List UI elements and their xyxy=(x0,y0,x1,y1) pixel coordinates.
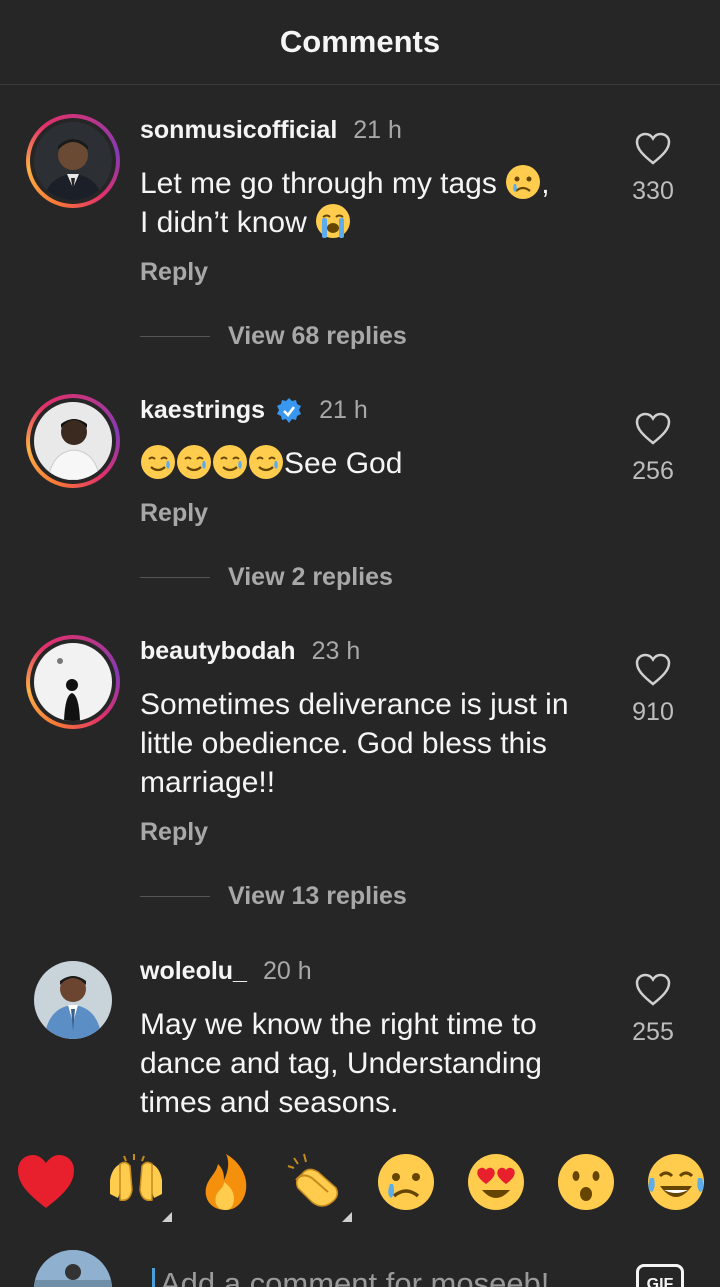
comment-username[interactable]: kaestrings xyxy=(140,396,265,425)
fire-icon xyxy=(205,1154,247,1210)
clapping-hands-reaction-button[interactable] xyxy=(284,1150,348,1214)
avatar[interactable] xyxy=(34,961,112,1039)
story-ring[interactable] xyxy=(26,114,120,208)
reply-button[interactable]: Reply xyxy=(140,258,208,287)
comment-input[interactable]: Add a comment for moseeb! xyxy=(160,1266,549,1287)
text-cursor xyxy=(152,1268,155,1287)
like-button[interactable]: 256 xyxy=(614,412,692,486)
avatar[interactable] xyxy=(34,122,112,200)
comment-composer: Add a comment for moseeb! GIF xyxy=(0,1240,720,1287)
comment-username[interactable]: woleolu_ xyxy=(140,957,247,986)
avatar[interactable] xyxy=(34,402,112,480)
comment-username[interactable]: beautybodah xyxy=(140,637,296,666)
like-count: 910 xyxy=(632,698,674,726)
heart-icon[interactable] xyxy=(635,412,671,445)
sad-tear-emoji-icon xyxy=(506,165,541,199)
red-heart-reaction-button[interactable] xyxy=(14,1150,78,1214)
like-button[interactable]: 255 xyxy=(614,973,692,1047)
smiling-tear-emoji-icon xyxy=(249,445,283,479)
comment-time: 20 h xyxy=(262,957,312,985)
gif-button[interactable]: GIF xyxy=(636,1264,684,1287)
raising-hands-icon xyxy=(110,1154,162,1202)
more-indicator xyxy=(342,1212,352,1222)
story-ring[interactable] xyxy=(26,394,120,488)
heart-icon[interactable] xyxy=(635,132,671,165)
comment-time: 21 h xyxy=(353,116,402,144)
crying-face-icon xyxy=(378,1154,434,1210)
current-user-avatar xyxy=(34,1250,112,1287)
smiling-tear-emoji-icon xyxy=(213,445,247,479)
comment-text: Let me go through my tags , I didn’t kno… xyxy=(140,164,595,242)
reply-button[interactable]: Reply xyxy=(140,818,208,847)
red-heart-icon xyxy=(18,1155,74,1208)
divider xyxy=(140,577,210,578)
surprised-face-icon xyxy=(558,1154,614,1210)
comments-header: Comments xyxy=(0,0,720,85)
quick-reactions-bar xyxy=(0,1150,720,1222)
tears-of-joy-reaction-button[interactable] xyxy=(644,1150,708,1214)
smiling-tear-emoji-icon xyxy=(141,445,175,479)
comment-time: 21 h xyxy=(319,396,368,424)
divider xyxy=(140,896,210,897)
loudly-crying-emoji-icon xyxy=(316,204,351,238)
like-button[interactable]: 330 xyxy=(614,132,692,206)
raising-hands-reaction-button[interactable] xyxy=(104,1150,168,1214)
surprised-face-reaction-button[interactable] xyxy=(554,1150,618,1214)
comment-username[interactable]: sonmusicofficial xyxy=(140,116,337,145)
like-count: 256 xyxy=(632,457,674,485)
heart-icon[interactable] xyxy=(635,973,671,1006)
verified-badge-icon xyxy=(277,397,302,423)
heart-icon[interactable] xyxy=(635,653,671,686)
divider xyxy=(140,336,210,337)
like-count: 255 xyxy=(632,1018,674,1046)
like-count: 330 xyxy=(632,177,674,205)
comment-time: 23 h xyxy=(311,637,361,665)
reply-button[interactable]: Reply xyxy=(140,499,208,528)
heart-eyes-face-icon xyxy=(468,1154,524,1210)
like-button[interactable]: 910 xyxy=(614,653,692,727)
comment-text: Sometimes deliverance is just in little … xyxy=(140,688,569,799)
story-ring[interactable] xyxy=(26,635,120,729)
clapping-hands-icon xyxy=(287,1153,339,1207)
view-replies-button[interactable]: View 68 replies xyxy=(228,322,407,351)
comment-text: May we know the right time to dance and … xyxy=(140,1008,542,1119)
tears-of-joy-face-icon xyxy=(648,1154,704,1210)
smiling-tear-emoji-icon xyxy=(177,445,211,479)
more-indicator xyxy=(162,1212,172,1222)
fire-reaction-button[interactable] xyxy=(194,1150,258,1214)
page-title: Comments xyxy=(279,24,441,59)
heart-eyes-reaction-button[interactable] xyxy=(464,1150,528,1214)
view-replies-button[interactable]: View 13 replies xyxy=(228,882,407,911)
crying-face-reaction-button[interactable] xyxy=(374,1150,438,1214)
avatar[interactable] xyxy=(34,643,112,721)
comment-text: See God xyxy=(140,444,595,483)
view-replies-button[interactable]: View 2 replies xyxy=(228,563,393,592)
